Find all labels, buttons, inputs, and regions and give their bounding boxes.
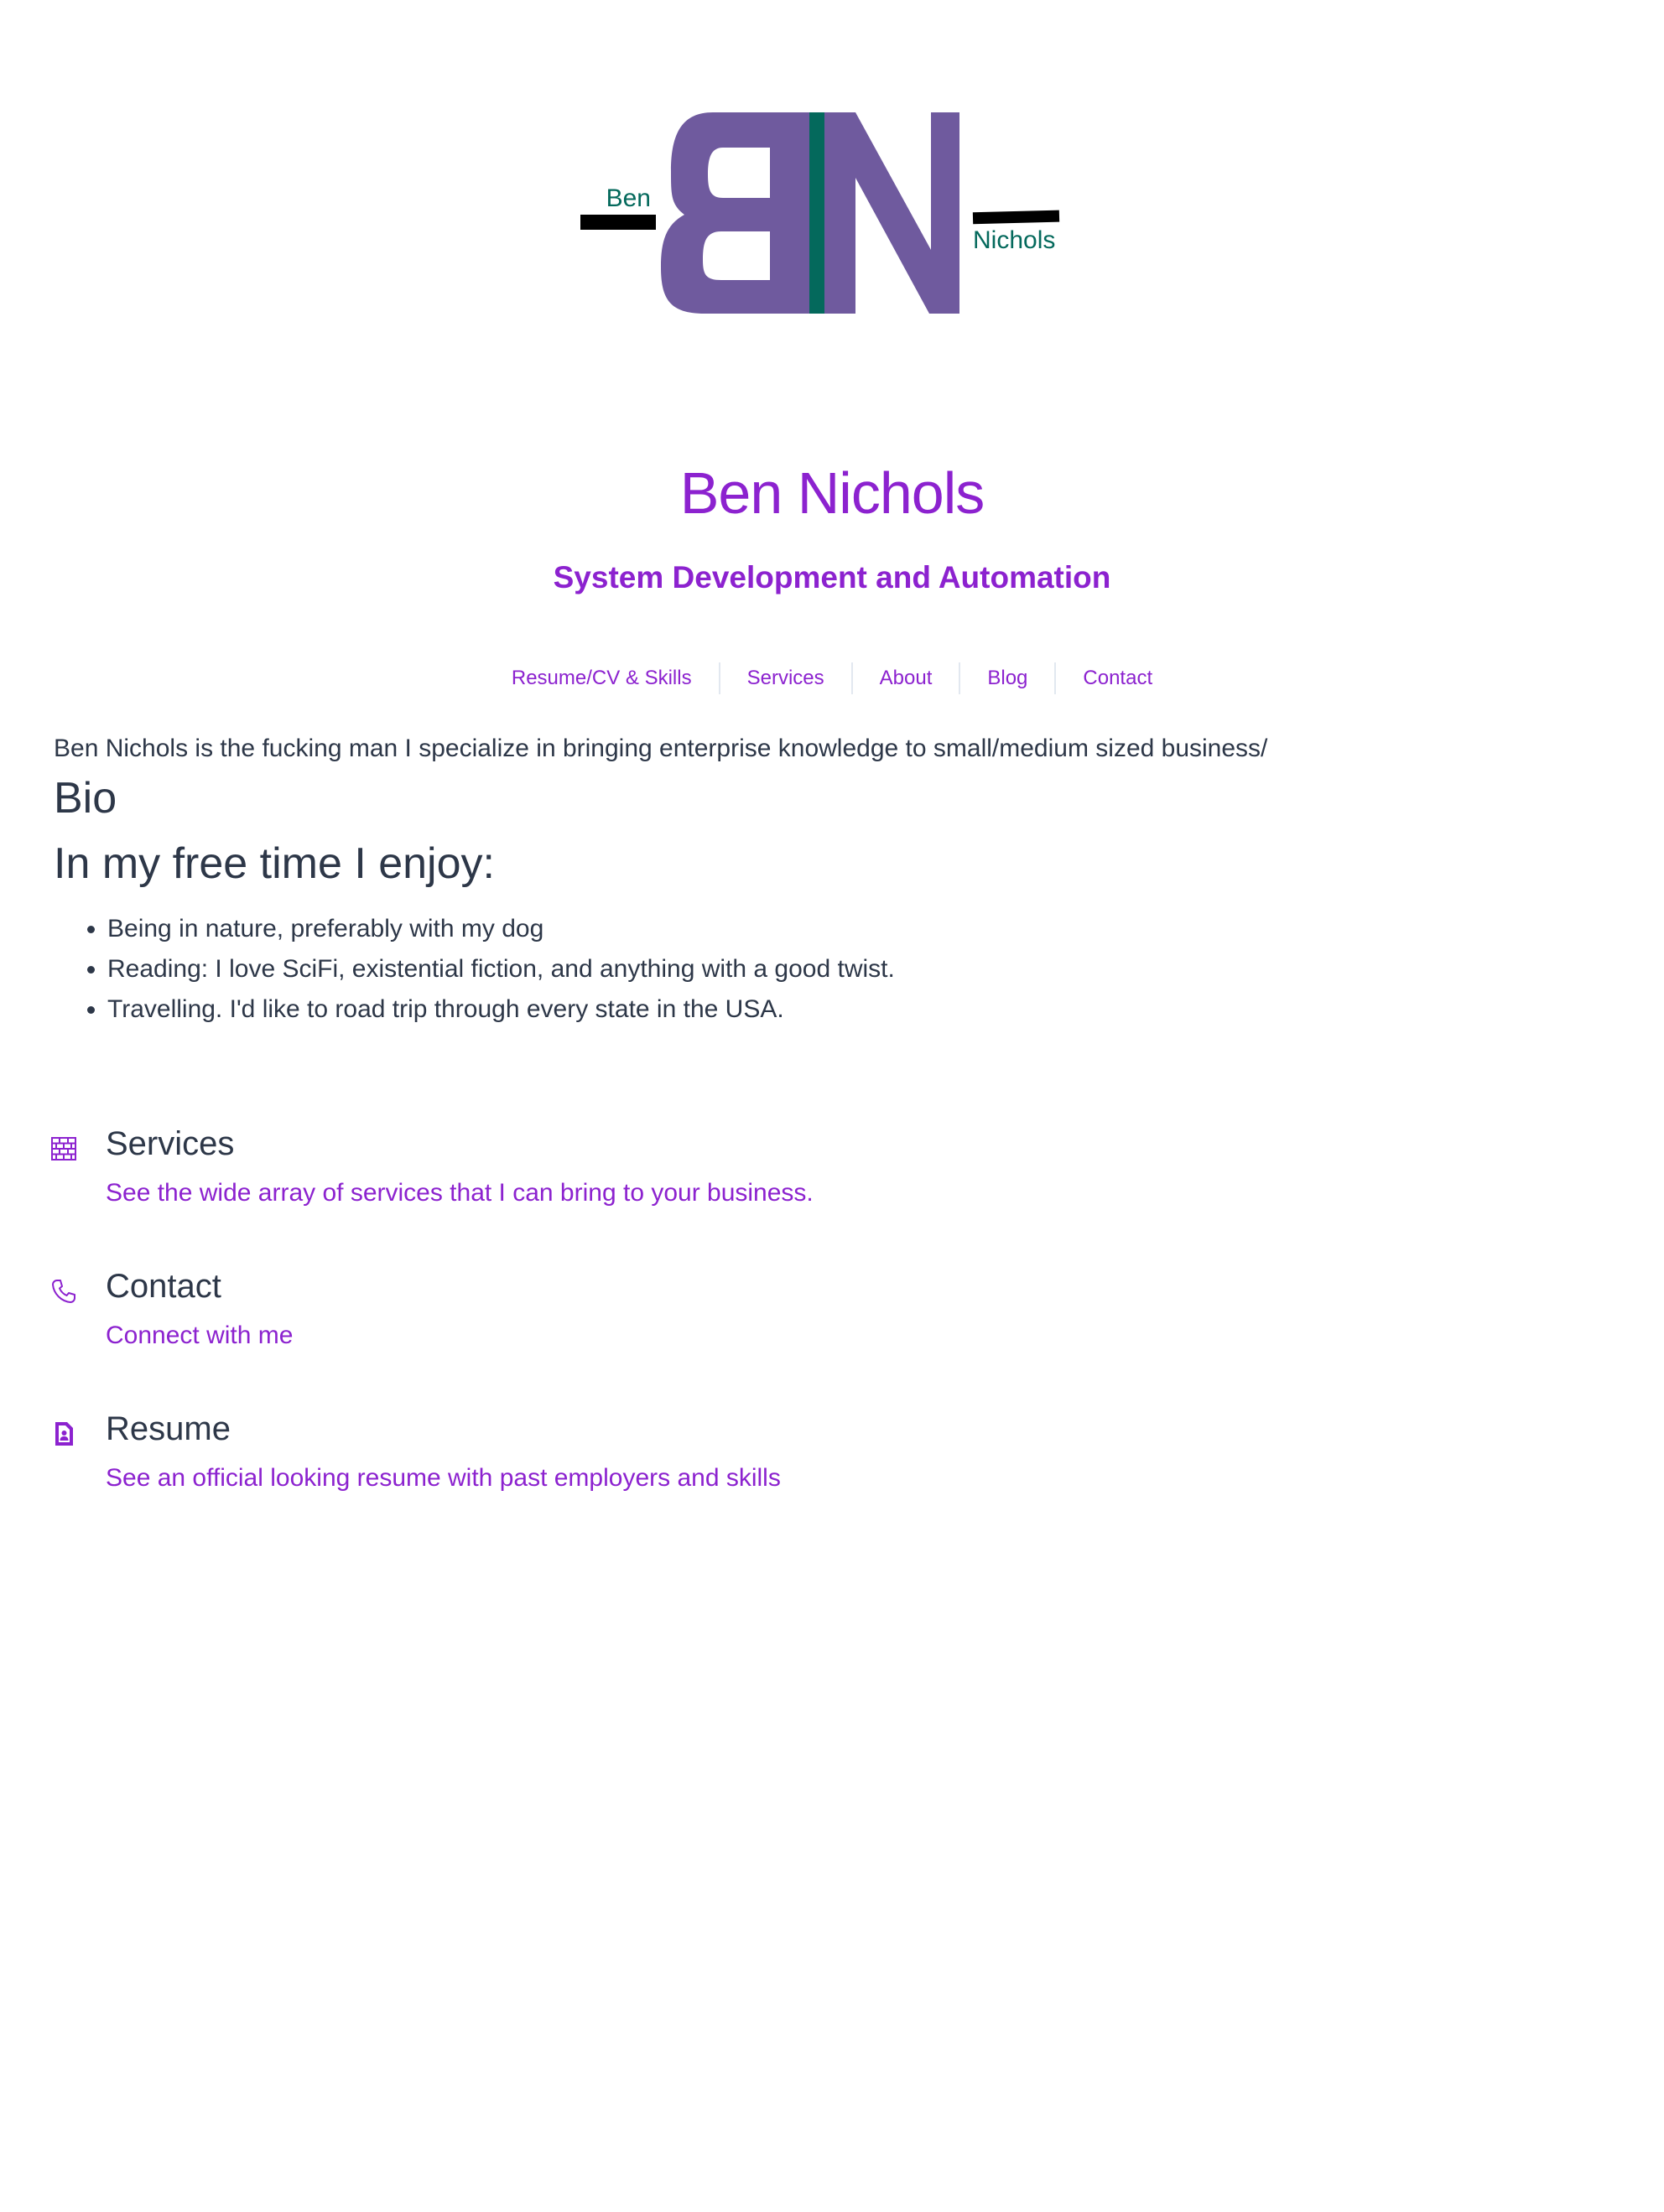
bio-heading: Bio — [54, 774, 117, 823]
brick-wall-icon — [50, 1135, 81, 1166]
logo-letter-n — [824, 112, 959, 314]
phone-icon — [50, 1278, 81, 1308]
logo-first-name: Ben — [606, 184, 651, 212]
contact-card-link[interactable]: Connect with me — [106, 1321, 293, 1350]
logo-right-bar — [972, 210, 1060, 225]
nav-about[interactable]: About — [850, 662, 959, 694]
resume-card-title: Resume — [106, 1410, 231, 1447]
main-nav: Resume/CV & Skills Services About Blog C… — [0, 662, 1664, 694]
nav-blog[interactable]: Blog — [959, 662, 1054, 694]
logo-left-bar — [580, 215, 656, 230]
logo-letter-b — [661, 112, 809, 314]
site-subtitle: System Development and Automation — [553, 560, 1111, 595]
resume-card-link[interactable]: See an official looking resume with past… — [106, 1464, 781, 1493]
nav-contact[interactable]: Contact — [1054, 662, 1179, 694]
hobby-list: Being in nature, preferably with my dog … — [54, 909, 895, 1030]
services-card-title: Services — [106, 1125, 235, 1162]
list-item: Reading: I love SciFi, existential ficti… — [107, 949, 895, 989]
services-card-link[interactable]: See the wide array of services that I ca… — [106, 1179, 814, 1207]
site-logo[interactable]: Ben Nichols — [579, 107, 1074, 325]
contact-card: Contact Connect with me — [50, 1268, 1057, 1367]
list-item: Being in nature, preferably with my dog — [107, 909, 895, 949]
services-card: Services See the wide array of services … — [50, 1125, 1057, 1224]
contact-card-title: Contact — [106, 1268, 221, 1305]
logo-teal-stripe — [809, 112, 824, 314]
nav-resume[interactable]: Resume/CV & Skills — [485, 662, 719, 694]
site-title: Ben Nichols — [679, 460, 985, 526]
logo-last-name: Nichols — [973, 226, 1055, 254]
resume-document-icon — [50, 1420, 81, 1451]
resume-card: Resume See an official looking resume wi… — [50, 1410, 1057, 1509]
intro-text: Ben Nichols is the fucking man I special… — [54, 735, 1268, 762]
nav-services[interactable]: Services — [718, 662, 851, 694]
list-item: Travelling. I'd like to road trip throug… — [107, 989, 895, 1030]
free-time-heading: In my free time I enjoy: — [54, 839, 495, 888]
